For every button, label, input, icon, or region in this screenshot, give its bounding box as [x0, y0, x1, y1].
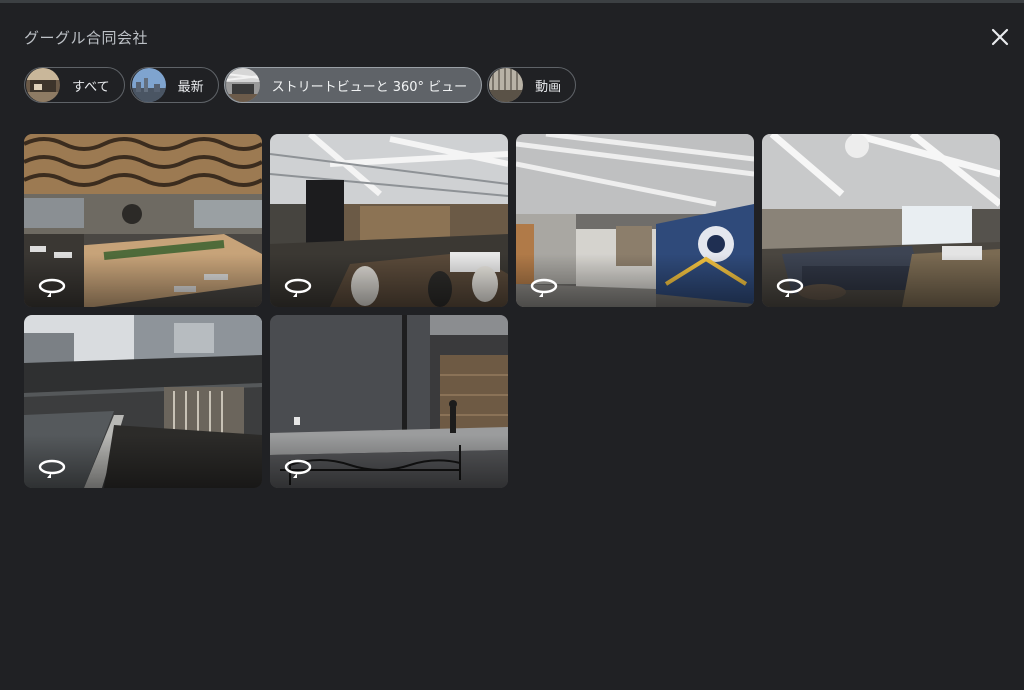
top-divider: [0, 0, 1024, 3]
close-icon: [991, 28, 1009, 46]
gallery-tile-office-cafeteria[interactable]: [24, 134, 262, 307]
chip-thumbnail: [489, 68, 524, 102]
chip-thumbnail: [131, 68, 166, 102]
gallery-tile-office-lounge[interactable]: [762, 134, 1000, 307]
chip-label: すべて: [72, 79, 110, 95]
360-rotate-icon: [38, 459, 66, 478]
chip-label: 最新: [177, 79, 204, 95]
360-rotate-icon: [284, 459, 312, 478]
page-title: グーグル合同会社: [24, 29, 149, 47]
gallery-tile-street-entrance[interactable]: [270, 315, 508, 488]
chip-thumbnail: [26, 68, 60, 102]
360-rotate-icon: [284, 278, 312, 297]
chip-label: ストリートビューと 360° ビュー: [271, 79, 468, 95]
filter-chip-all[interactable]: すべて: [24, 67, 125, 103]
360-rotate-icon: [776, 278, 804, 297]
filter-chip-latest[interactable]: 最新: [129, 67, 219, 103]
gallery-tile-street-overpass[interactable]: [24, 315, 262, 488]
360-rotate-icon: [38, 278, 66, 297]
360-rotate-icon: [530, 278, 558, 297]
filter-chips: すべて 最新 ストリートビューと 360° ビュー 動画: [24, 67, 577, 105]
chip-thumbnail: [225, 68, 260, 102]
gallery-tile-office-hall[interactable]: [270, 134, 508, 307]
filter-chip-street-view-360[interactable]: ストリートビューと 360° ビュー: [223, 67, 483, 103]
gallery-tile-office-corridor[interactable]: [516, 134, 754, 307]
chip-label: 動画: [535, 79, 562, 95]
close-button[interactable]: [987, 24, 1013, 50]
filter-chip-video[interactable]: 動画: [487, 67, 577, 103]
